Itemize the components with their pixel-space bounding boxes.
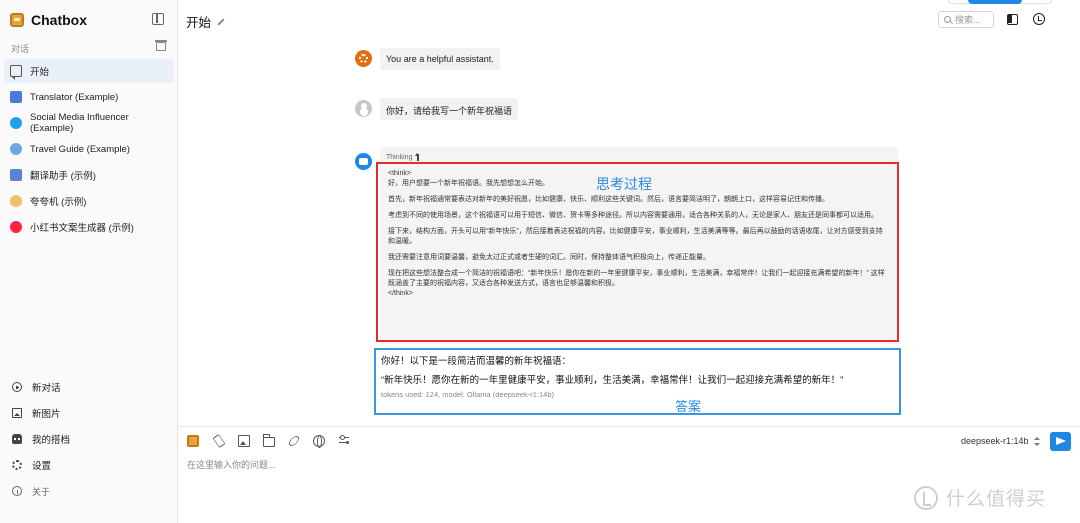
system-message: You are a helpful assistant.	[380, 48, 500, 70]
conversation-item-translator-cn[interactable]: 翻译助手 (示例)	[4, 163, 174, 187]
assistant-avatar-icon	[355, 153, 372, 170]
page-title: 开始	[186, 12, 225, 31]
composer: deepseek-r1:14b 什么值得买	[178, 426, 1080, 523]
user-avatar-icon	[355, 100, 372, 117]
chatbox-logo-icon[interactable]	[187, 435, 199, 447]
globe-icon[interactable]	[313, 435, 325, 448]
praise-avatar-icon	[10, 195, 22, 207]
new-image-label: 新图片	[32, 409, 61, 420]
thinking-label: Thinking	[386, 154, 413, 161]
plus-circle-icon	[12, 382, 22, 392]
send-button[interactable]	[1050, 432, 1071, 451]
gear-icon	[12, 460, 22, 470]
history-icon[interactable]	[1033, 13, 1045, 25]
xiaohongshu-avatar-icon	[10, 221, 22, 233]
my-copilots-button[interactable]: 我的搭档	[4, 426, 174, 452]
about-button[interactable]: 关于	[4, 478, 174, 504]
sliders-icon[interactable]	[339, 435, 351, 447]
settings-button[interactable]: 设置	[4, 452, 174, 478]
folder-icon[interactable]	[263, 434, 275, 447]
answer-caption: 答案	[675, 399, 702, 414]
chevron-updown-icon	[1033, 436, 1040, 446]
translator-avatar-icon	[10, 91, 22, 103]
conversation-item-travel-guide[interactable]: Travel Guide (Example)	[4, 137, 174, 161]
conversation-list: 开始 Translator (Example) Social Media Inf…	[4, 59, 174, 241]
sidebar: Chatbox 对话 开始 Translator (Example) Socia…	[0, 0, 178, 523]
chat-bubble-icon	[10, 65, 22, 80]
top-active-tab[interactable]	[968, 0, 1022, 4]
collapse-sidebar-icon[interactable]	[152, 13, 164, 25]
new-conversation-button[interactable]: 新对话	[4, 374, 174, 400]
search-input[interactable]: 搜索...	[938, 11, 994, 28]
eraser-icon[interactable]	[212, 434, 226, 448]
answer-body: “新年快乐！愿你在新的一年里健康平安，事业顺利，生活美满，幸福常伴！让我们一起迎…	[381, 375, 844, 386]
about-label: 关于	[32, 486, 51, 497]
image-icon[interactable]	[238, 435, 250, 447]
edit-title-icon[interactable]	[217, 17, 225, 26]
chatbox-logo-icon	[10, 13, 24, 27]
info-icon	[12, 486, 22, 496]
message-input[interactable]	[187, 457, 1047, 473]
toggle-layout-icon[interactable]	[1007, 14, 1018, 25]
conversation-item-praise[interactable]: 夸夸机 (示例)	[4, 189, 174, 213]
archive-icon[interactable]	[155, 40, 167, 51]
my-copilots-label: 我的搭档	[32, 435, 71, 446]
new-image-button[interactable]: 新图片	[4, 400, 174, 426]
conversation-item-start[interactable]: 开始	[4, 59, 174, 83]
conversation-label: Translator (Example)	[30, 91, 119, 103]
conversation-title: 开始	[186, 16, 212, 30]
new-conversation-label: 新对话	[32, 383, 61, 394]
bot-icon	[12, 434, 22, 444]
watermark-text: 什么值得买	[946, 489, 1047, 510]
conversation-label: 小红书文案生成器 (示例)	[30, 223, 134, 234]
conversation-item-translator[interactable]: Translator (Example)	[4, 85, 174, 109]
image-icon	[12, 408, 22, 418]
conversation-label: 开始	[30, 67, 50, 78]
arrow-up-icon	[414, 153, 421, 161]
conversation-label: 夸夸机 (示例)	[30, 197, 87, 208]
conversation-item-xiaohongshu[interactable]: 小红书文案生成器 (示例)	[4, 215, 174, 239]
globe-avatar-icon	[10, 143, 22, 155]
link-icon[interactable]	[287, 434, 301, 448]
model-name: deepseek-r1:14b	[961, 436, 1029, 446]
sidebar-bottom-menu: 新对话 新图片 我的搭档 设置 关于	[4, 374, 174, 504]
search-icon	[944, 16, 951, 23]
watermark-logo-icon	[914, 485, 938, 510]
app-title: Chatbox	[31, 12, 87, 28]
conversation-item-social-media[interactable]: Social Media Influencer (Example)	[4, 111, 174, 135]
main-panel: 开始 搜索... You are a helpful assistant. 你好…	[178, 0, 1080, 523]
thinking-caption: 思考过程	[596, 176, 652, 192]
search-placeholder: 搜索...	[955, 15, 981, 25]
system-avatar-icon	[355, 50, 372, 67]
watermark: 什么值得买	[914, 484, 1046, 511]
twitter-avatar-icon	[10, 117, 22, 129]
user-message: 你好，请给我写一个新年祝福语	[380, 98, 519, 120]
conversation-label: Social Media Influencer (Example)	[30, 112, 129, 134]
settings-label: 设置	[32, 461, 52, 472]
conversation-label: Travel Guide (Example)	[30, 143, 130, 155]
answer-intro: 你好！以下是一段简洁而温馨的新年祝福语：	[381, 356, 572, 367]
thinking-toggle[interactable]: Thinking	[386, 153, 421, 161]
conversations-section-label: 对话	[11, 44, 30, 54]
conversation-label: 翻译助手 (示例)	[30, 171, 96, 182]
brand: Chatbox	[10, 10, 87, 30]
translator-cn-avatar-icon	[10, 169, 22, 181]
model-selector[interactable]: deepseek-r1:14b	[961, 436, 1040, 446]
tokens-info: tokens used: 124, model: Ollama (deepsee…	[381, 390, 555, 399]
